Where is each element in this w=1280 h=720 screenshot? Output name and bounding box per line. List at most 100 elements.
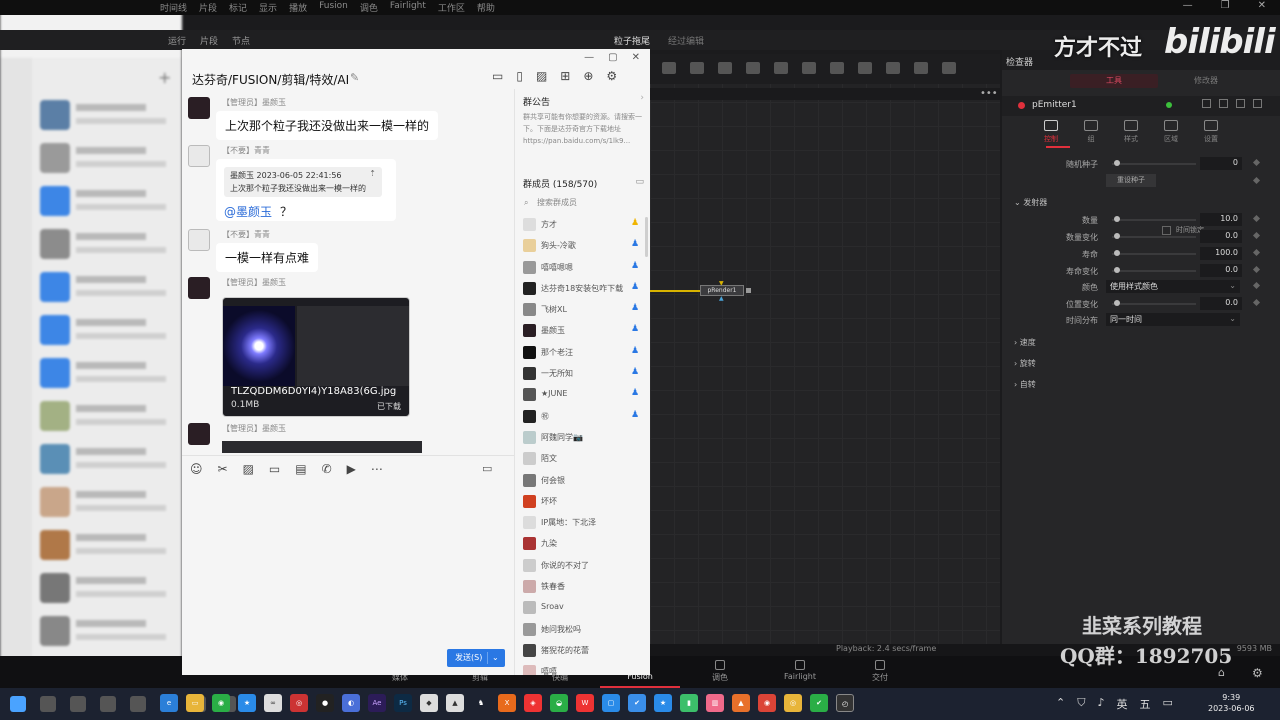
close-icon[interactable]: ✕ [632, 52, 640, 63]
image-icon[interactable]: ▨ [243, 462, 254, 476]
member-item[interactable]: 嘻嘻 [515, 661, 650, 675]
member-item[interactable]: 何会银 [515, 470, 650, 491]
add-icon[interactable]: ⊕ [583, 69, 593, 83]
keyframe-icon[interactable] [1252, 298, 1261, 307]
page-deliver[interactable]: 交付 [850, 660, 910, 683]
app-icon[interactable]: ◴ [836, 694, 854, 712]
scissors-icon[interactable]: ✂ [218, 462, 228, 476]
tab-modifiers[interactable]: 修改器 [1162, 74, 1250, 88]
doc-icon[interactable]: ▤ [295, 462, 306, 476]
menu-item[interactable]: 帮助 [477, 1, 495, 14]
member-item[interactable]: 猪猊花的花蕾 [515, 640, 650, 661]
members-chat-icon[interactable]: ▭ [635, 177, 644, 187]
keyframe-icon[interactable] [1252, 265, 1261, 274]
param-value[interactable]: 0.0 [1200, 230, 1242, 243]
folder-icon[interactable]: ▭ [492, 69, 503, 83]
chat-history-icon[interactable]: ▭ [482, 462, 492, 475]
menu-item[interactable]: 调色 [360, 1, 378, 14]
member-item[interactable]: ★JUNE ♟ [515, 384, 650, 405]
book-icon[interactable]: ▯ [516, 69, 523, 83]
tool-icon[interactable] [718, 62, 732, 74]
avatar[interactable] [188, 97, 210, 119]
image-attachment[interactable] [222, 441, 422, 453]
section-rotation[interactable]: › 旋转 [1014, 358, 1036, 369]
page-fairlight[interactable]: Fairlight [770, 660, 830, 681]
keyframe-icon[interactable] [1252, 214, 1261, 223]
subtab-region[interactable]: 区域 [1162, 120, 1180, 144]
subtab-style[interactable]: 样式 [1122, 120, 1140, 144]
member-item[interactable]: 铁春香 [515, 576, 650, 597]
tool-icon[interactable] [662, 62, 676, 74]
app-icon[interactable]: ★ [238, 694, 256, 712]
member-item[interactable]: IP属地：下北泽 [515, 512, 650, 533]
tool-icon[interactable] [774, 62, 788, 74]
slider-knob[interactable] [1114, 267, 1120, 273]
tool-enable-dot[interactable] [1166, 102, 1172, 108]
app-icon[interactable]: X [498, 694, 516, 712]
ime-language[interactable]: 英 [1117, 696, 1128, 712]
start-icon[interactable] [10, 696, 26, 712]
app-icon[interactable]: ▲ [446, 694, 464, 712]
task-view-icon[interactable] [70, 696, 86, 712]
menu-item[interactable]: 片段 [199, 1, 217, 14]
resolve-icon[interactable]: ◐ [342, 694, 360, 712]
keyframe-icon[interactable] [1252, 281, 1261, 290]
page-color[interactable]: 调色 [690, 660, 750, 683]
param-value[interactable]: 0.0 [1200, 297, 1242, 310]
app-icon[interactable]: ▢ [602, 694, 620, 712]
subtab-controls[interactable]: 控制 [1042, 120, 1060, 144]
chat-app-icon[interactable] [130, 696, 146, 712]
scrollbar[interactable] [645, 217, 648, 257]
toolbar-item[interactable]: 片段 [200, 34, 218, 47]
app-icon[interactable]: ◎ [290, 694, 308, 712]
param-slider[interactable] [1112, 163, 1196, 165]
image-icon[interactable]: ▨ [536, 69, 547, 83]
emoji-icon[interactable]: ☺ [190, 462, 203, 476]
param-value[interactable]: 100.0 [1200, 247, 1242, 260]
avatar[interactable] [188, 229, 210, 251]
wps-icon[interactable]: W [576, 694, 594, 712]
menu-item[interactable]: Fairlight [390, 1, 426, 14]
slider-knob[interactable] [1114, 216, 1120, 222]
app-icon[interactable]: ♞ [472, 694, 490, 712]
message-bubble[interactable]: 上次那个粒子我还没做出来一模一样的 [216, 111, 439, 140]
member-item[interactable]: 狗头-冷歌 ♟ [515, 235, 650, 256]
subtab-sets[interactable]: 组 [1082, 120, 1100, 144]
app-icon[interactable]: ◆ [420, 694, 438, 712]
mention-link[interactable]: @墨颜玉 [224, 203, 272, 220]
subtab-settings[interactable]: 设置 [1202, 120, 1220, 144]
param-value[interactable]: 0.0 [1200, 264, 1242, 277]
send-button[interactable]: 发送(S) ⌄ [447, 649, 505, 667]
pin-icon[interactable] [1219, 99, 1228, 108]
param-slider[interactable] [1112, 303, 1196, 305]
gear-icon[interactable]: ⚙ [1252, 666, 1263, 680]
member-item[interactable]: 嘻嘻嗯嗯 ♟ [515, 257, 650, 278]
keyframe-icon[interactable] [1252, 248, 1261, 257]
tool-icon[interactable] [942, 62, 956, 74]
ime-mode[interactable]: 五 [1140, 696, 1151, 712]
tool-icon[interactable] [802, 62, 816, 74]
more-icon[interactable]: ••• [980, 88, 998, 99]
tool-icon[interactable] [830, 62, 844, 74]
folder-icon[interactable]: ▭ [186, 694, 204, 712]
restore-icon[interactable]: ❐ [1221, 0, 1230, 11]
vlc-icon[interactable]: ▲ [732, 694, 750, 712]
tool-icon[interactable] [690, 62, 704, 74]
wechat-icon[interactable]: ◉ [212, 694, 230, 712]
photoshop-icon[interactable]: Ps [394, 694, 412, 712]
section-velocity[interactable]: › 速度 [1014, 337, 1036, 348]
app-icon[interactable]: ◎ [784, 694, 802, 712]
member-item[interactable]: 陌文 [515, 448, 650, 469]
notice-title[interactable]: 群公告 [523, 95, 550, 108]
member-item[interactable]: ㊗ ♟ [515, 406, 650, 427]
toolbar-item[interactable]: 运行 [168, 34, 186, 47]
menu-item[interactable]: 显示 [259, 1, 277, 14]
slider-knob[interactable] [1114, 160, 1120, 166]
app-icon[interactable]: ● [316, 694, 334, 712]
tool-icon[interactable] [886, 62, 900, 74]
phone-icon[interactable]: ✆ [322, 462, 332, 476]
app-icon[interactable]: ▥ [706, 694, 724, 712]
menu-item[interactable]: 工作区 [438, 1, 465, 14]
section-spin[interactable]: › 自转 [1014, 379, 1036, 390]
more-icon[interactable]: ⋯ [371, 462, 383, 476]
